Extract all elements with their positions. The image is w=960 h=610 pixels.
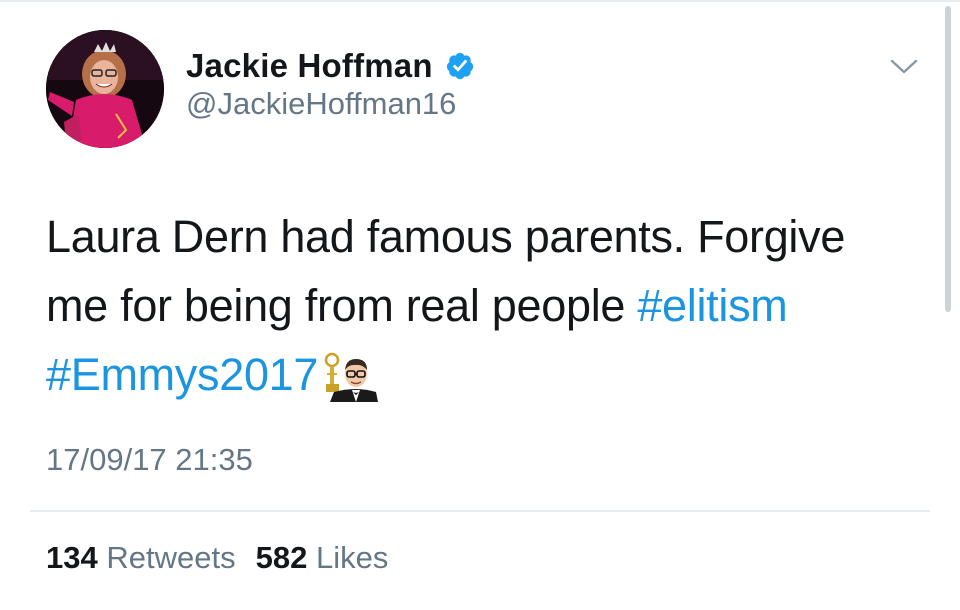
tweet-text: Laura Dern had famous parents. Forgive m… — [46, 202, 906, 421]
hashtag-elitism-link[interactable]: #elitism — [637, 280, 787, 331]
tweet-line-2: me for being from real people #elitism — [46, 271, 906, 340]
retweets-stat[interactable]: 134 Retweets — [46, 540, 236, 576]
top-divider — [0, 0, 960, 2]
author-name-row: Jackie Hoffman — [186, 44, 475, 88]
retweets-label: Retweets — [106, 540, 236, 575]
likes-count: 582 — [255, 540, 308, 575]
avatar[interactable] — [46, 30, 164, 148]
retweets-count: 134 — [46, 540, 98, 575]
emmys-hashflag-emoji — [322, 350, 379, 421]
tweet-line-1: Laura Dern had famous parents. Forgive — [46, 211, 846, 262]
stats-divider — [30, 510, 930, 512]
scrollbar-thumb[interactable] — [945, 6, 951, 312]
likes-stat[interactable]: 582 Likes — [256, 540, 389, 576]
author-name[interactable]: Jackie Hoffman — [186, 47, 433, 85]
likes-label: Likes — [315, 540, 389, 575]
tweet-timestamp[interactable]: 17/09/17 21:35 — [46, 442, 253, 478]
tweet-line-3: #Emmys2017 — [46, 340, 906, 421]
chevron-down-icon[interactable] — [890, 58, 918, 81]
tweet-line-2-text: me for being from real people — [46, 280, 638, 331]
hashtag-emmys2017-link[interactable]: #Emmys2017 — [46, 349, 318, 400]
verified-badge-icon — [445, 51, 475, 81]
tweet-stats: 134 Retweets 582 Likes — [46, 540, 388, 576]
author-handle[interactable]: @JackieHoffman16 — [186, 86, 456, 122]
